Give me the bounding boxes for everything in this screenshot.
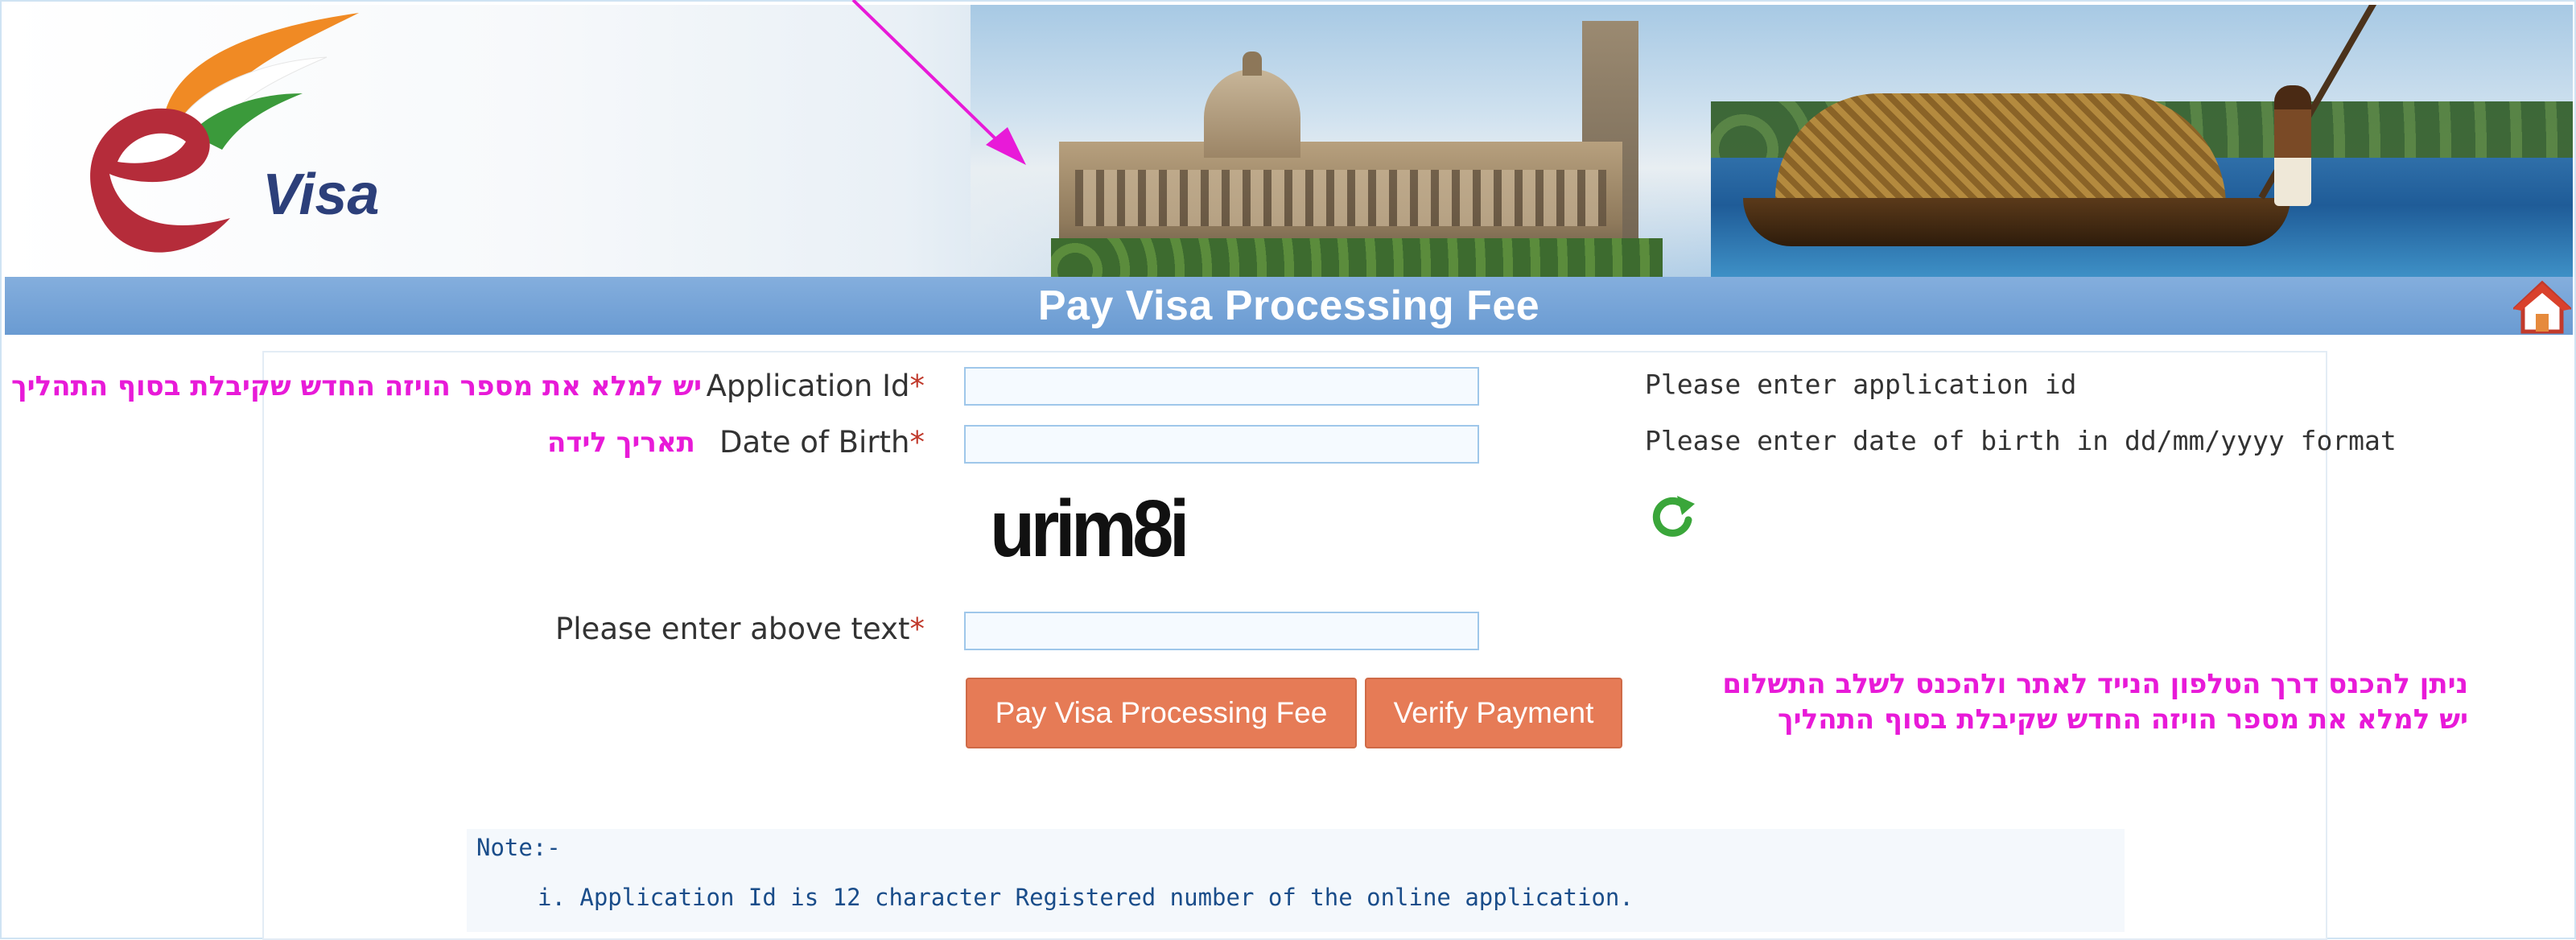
banner-boat-roof (1775, 93, 2226, 214)
required-mark: * (909, 612, 925, 646)
captcha-input[interactable] (964, 612, 1479, 650)
required-mark: * (909, 369, 925, 403)
annotation-mobile-line2: יש למלא את מספר הויזה החדש שקיבלת בסוף ה… (1778, 703, 2468, 736)
application-id-input[interactable] (964, 367, 1479, 406)
annotation-dob: תאריך לידה (547, 427, 695, 459)
annotation-mobile-line1: ניתן להכנס דרך הטלפון הנייד לאתר ולהכנס … (1722, 668, 2468, 700)
dob-label-text: Date of Birth (719, 425, 910, 460)
verify-payment-button[interactable]: Verify Payment (1365, 678, 1622, 748)
dob-label: Date of Birth* (719, 425, 925, 460)
home-icon[interactable] (2513, 278, 2571, 335)
title-bar: Pay Visa Processing Fee (5, 277, 2573, 335)
banner-dome-top (1243, 52, 1262, 76)
application-id-hint: Please enter application id (1645, 369, 2077, 400)
evisa-logo-icon (90, 13, 359, 253)
logo-text: Visa (262, 163, 380, 227)
banner-dome (1204, 69, 1300, 158)
application-id-label: Application Id* (707, 369, 925, 403)
note-item: i. Application Id is 12 character Regist… (538, 884, 1634, 911)
application-id-label-text: Application Id (706, 369, 910, 403)
evisa-logo: Visa (61, 13, 379, 270)
banner-building-windows (1075, 170, 1606, 226)
dob-hint: Please enter date of birth in dd/mm/yyyy… (1645, 425, 2397, 456)
captcha-text-label: Please enter above text* (555, 612, 925, 646)
note-box: Note:- i. Application Id is 12 character… (467, 829, 2125, 932)
captcha-image: urim8i (990, 484, 1190, 574)
banner-boat-hull (1743, 198, 2290, 246)
pay-visa-fee-button[interactable]: Pay Visa Processing Fee (966, 678, 1357, 748)
page-title: Pay Visa Processing Fee (1037, 282, 1540, 329)
header-banner: Visa (5, 5, 2573, 277)
captcha-label-text: Please enter above text (554, 612, 910, 646)
required-mark: * (909, 425, 925, 460)
banner-trees (1051, 238, 1663, 277)
annotation-app-id: יש למלא את מספר הויזה החדש שקיבלת בסוף ה… (11, 370, 702, 402)
banner-boatman (2274, 85, 2311, 206)
refresh-icon[interactable] (1648, 493, 1696, 541)
note-title: Note:- (476, 834, 561, 861)
dob-input[interactable] (964, 425, 1479, 464)
